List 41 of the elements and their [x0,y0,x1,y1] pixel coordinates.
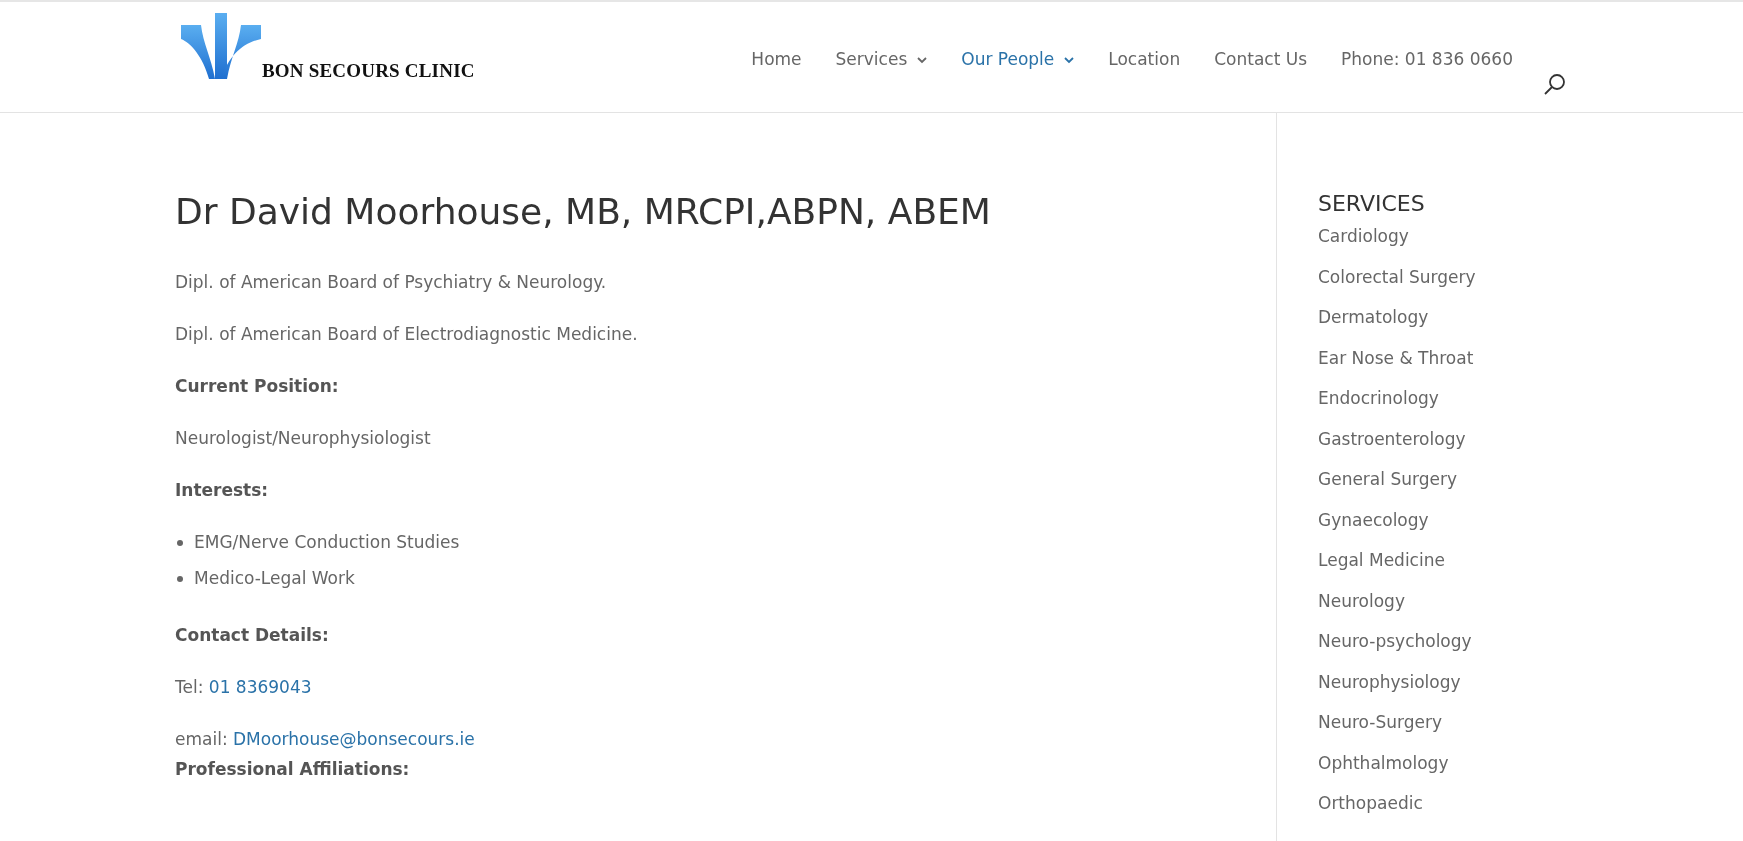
contact-label: email: [175,729,228,749]
sidebar-heading: SERVICES [1318,191,1425,216]
body-text: Dipl. of American Board of Psychiatry & Neurology. [175,272,608,293]
sidebar-link[interactable]: Neuro-psychology [1318,631,1472,652]
nav-link[interactable]: Services [835,49,928,69]
section-heading: Current Position: [175,376,340,397]
sidebar-link[interactable]: Orthopaedic [1318,793,1423,814]
sidebar-link[interactable]: Ophthalmology [1318,752,1449,774]
sidebar-link[interactable]: Ear Nose & Throat [1318,347,1474,369]
sidebar-link[interactable]: Colorectal Surgery [1318,266,1476,288]
sidebar-link[interactable]: Neuro-Surgery [1318,712,1442,733]
logo-text: BON SECOURS CLINIC [262,60,475,82]
body-text: Dipl. of American Board of Electrodiagnostic Medicine. [175,324,639,345]
body-text: Neurologist/Neurophysiologist [175,428,432,449]
list-item: EMG/Nerve Conduction Studies [194,532,460,553]
section-heading: Contact Details: [175,625,330,646]
section-heading: Interests: [175,480,270,501]
bullet-icon [177,539,183,546]
sidebar-link[interactable]: Endocrinology [1318,388,1439,409]
sidebar-link[interactable]: Neurophysiology [1318,671,1461,693]
sidebar-link[interactable]: Gynaecology [1318,509,1429,531]
sidebar-link[interactable]: Gastroenterology [1318,428,1466,450]
nav-link[interactable]: Phone: 01 836 0660 [1341,49,1513,69]
contact-link[interactable]: 01 8369043 [208,677,312,697]
search-icon[interactable] [1543,72,1567,96]
section-heading: Professional Affiliations: [175,759,411,780]
sidebar-link[interactable]: Neurology [1318,590,1405,612]
nav-link[interactable]: Location [1108,49,1181,69]
bullet-icon [177,575,183,582]
page-title: Dr David Moorhouse, MB, MRCPI,ABPN, ABEM [175,191,992,232]
sidebar-link[interactable]: General Surgery [1318,469,1457,490]
logo-icon [181,13,261,81]
contact-label: Tel: [175,677,204,697]
sidebar-link[interactable]: Cardiology [1318,226,1409,247]
list-item: Medico-Legal Work [194,568,355,589]
contact-link[interactable]: DMoorhouse@bonsecours.ie [233,729,475,749]
nav-link[interactable]: Our People [961,49,1075,69]
nav-link[interactable]: Contact Us [1214,49,1308,69]
nav-link[interactable]: Home [751,49,802,69]
sidebar-link[interactable]: Legal Medicine [1318,550,1445,571]
sidebar-link[interactable]: Dermatology [1318,307,1429,328]
